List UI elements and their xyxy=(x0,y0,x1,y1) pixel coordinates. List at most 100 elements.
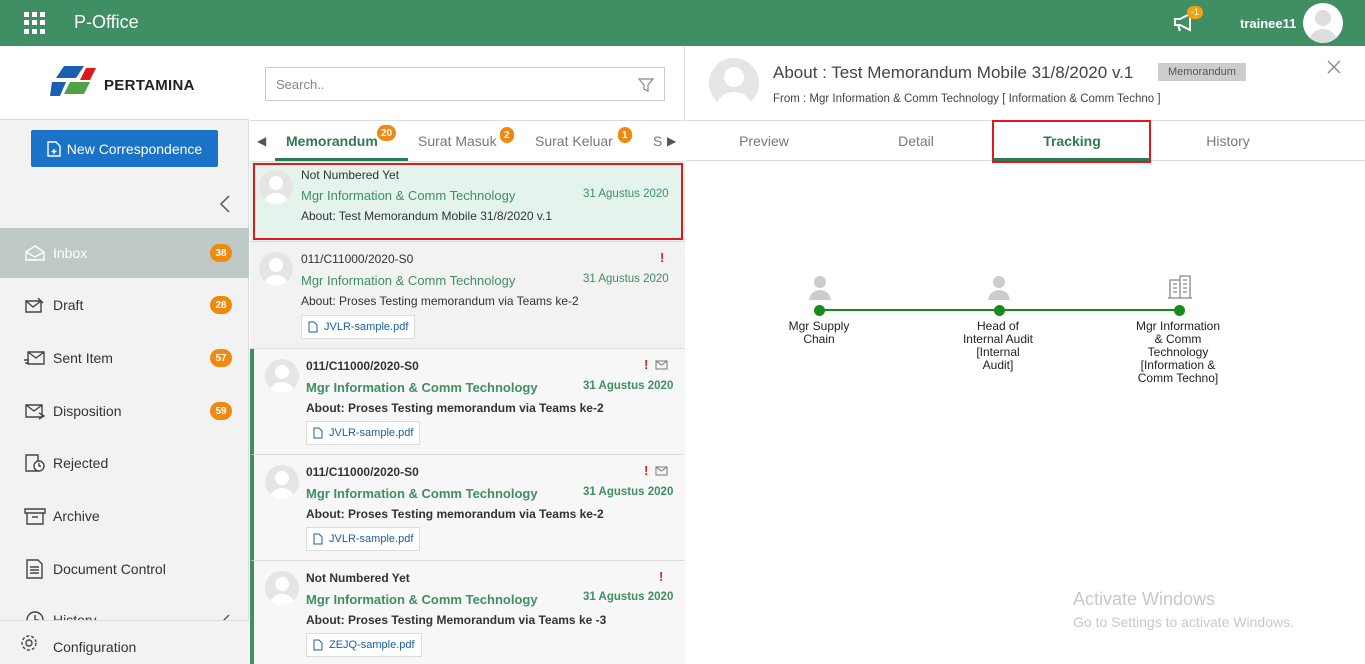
chevron-left-icon[interactable] xyxy=(219,195,231,213)
person-icon xyxy=(809,276,831,300)
sidebar-item-label: Disposition xyxy=(53,403,122,419)
tracking-tab-highlight xyxy=(992,120,1151,163)
category-tabs: ◀ Memorandum 20 Surat Masuk 2 Surat Kelu… xyxy=(250,120,685,162)
item-date: 31 Agustus 2020 xyxy=(583,486,674,498)
avatar xyxy=(265,571,299,605)
sidebar-item-rejected[interactable]: Rejected xyxy=(0,438,249,488)
tab-partial[interactable]: S xyxy=(653,133,662,149)
attachment-name: ZEJQ-sample.pdf xyxy=(329,639,415,651)
list-item[interactable]: 011/C11000/2020-S0 ! Mgr Information & C… xyxy=(250,349,685,455)
list-item[interactable]: 011/C11000/2020-S0 ! Mgr Information & C… xyxy=(250,455,685,561)
tab-preview[interactable]: Preview xyxy=(686,133,842,149)
active-tab-indicator xyxy=(275,158,408,161)
sender-avatar xyxy=(709,58,759,108)
app-title: P-Office xyxy=(74,12,139,32)
item-number: 011/C11000/2020-S0 xyxy=(306,359,419,373)
sidebar-item-history[interactable]: History xyxy=(0,596,249,620)
priority-icon: ! xyxy=(659,569,664,584)
tab-scroll-right-icon[interactable]: ▶ xyxy=(667,134,676,148)
selection-highlight xyxy=(253,163,683,240)
user-avatar[interactable] xyxy=(1303,3,1343,43)
windows-watermark-subtitle: Go to Settings to activate Windows. xyxy=(1073,614,1294,630)
inbox-icon xyxy=(25,245,45,261)
attachment-chip[interactable]: JVLR-sample.pdf xyxy=(306,527,421,551)
windows-watermark-title: Activate Windows xyxy=(1073,589,1216,609)
sent-count-badge: 57 xyxy=(210,349,232,367)
list-item[interactable]: Not Numbered Yet ! Mgr Information & Com… xyxy=(250,561,685,664)
sidebar-item-draft[interactable]: Draft 28 xyxy=(0,280,249,330)
tab-detail[interactable]: Detail xyxy=(838,133,994,149)
pdf-file-icon xyxy=(313,427,323,439)
item-from: Mgr Information & Comm Technology xyxy=(306,486,538,501)
detail-title: About : Test Memorandum Mobile 31/8/2020… xyxy=(773,63,1134,82)
tracking-node xyxy=(994,305,1005,316)
attachment-chip[interactable]: JVLR-sample.pdf xyxy=(306,421,421,445)
tracking-node xyxy=(1174,305,1185,316)
item-number: 011/C11000/2020-S0 xyxy=(301,252,414,266)
gear-icon xyxy=(21,635,37,651)
sidebar-item-label: Draft xyxy=(53,297,84,313)
search-placeholder: Search.. xyxy=(276,77,325,92)
logo-text: PERTAMINA xyxy=(104,77,195,94)
list-item[interactable]: 011/C11000/2020-S0 ! Mgr Information & C… xyxy=(250,242,685,349)
item-date: 31 Agustus 2020 xyxy=(583,380,674,392)
document-icon xyxy=(26,559,43,579)
tab-surat-masuk[interactable]: Surat Masuk xyxy=(418,133,497,149)
tab-scroll-left-icon[interactable]: ◀ xyxy=(257,134,266,148)
tab-history[interactable]: History xyxy=(1150,133,1306,149)
username[interactable]: trainee11 xyxy=(1240,16,1296,31)
sidebar-item-label: Document Control xyxy=(53,561,166,577)
item-from: Mgr Information & Comm Technology xyxy=(301,273,516,288)
priority-icon: ! xyxy=(644,463,649,478)
sidebar-item-label: History xyxy=(53,612,97,620)
item-number: 011/C11000/2020-S0 xyxy=(306,465,419,479)
tab-surat-keluar[interactable]: Surat Keluar xyxy=(535,133,613,149)
attachment-name: JVLR-sample.pdf xyxy=(329,533,414,545)
tracking-label: Head of Internal Audit [Internal Audit] xyxy=(962,319,1034,372)
pdf-file-icon xyxy=(313,533,323,545)
new-document-icon xyxy=(47,140,61,157)
inbox-count-badge: 38 xyxy=(210,244,232,262)
configuration-label: Configuration xyxy=(53,639,137,655)
correspondence-list-panel: Search.. ◀ Memorandum 20 Surat Masuk 2 S… xyxy=(250,46,685,664)
sidebar-item-label: Archive xyxy=(53,508,100,524)
detail-from: From : Mgr Information & Comm Technology… xyxy=(773,93,1161,105)
draft-icon xyxy=(25,297,44,313)
sidebar-item-disposition[interactable]: Disposition 59 xyxy=(0,386,249,436)
draft-count-badge: 28 xyxy=(210,296,232,314)
person-icon xyxy=(988,276,1010,300)
priority-icon: ! xyxy=(660,250,665,265)
tracking-node xyxy=(814,305,825,316)
attachment-chip[interactable]: ZEJQ-sample.pdf xyxy=(306,633,422,657)
sidebar-item-label: Inbox xyxy=(53,245,88,261)
pdf-file-icon xyxy=(308,321,318,333)
avatar xyxy=(265,359,299,393)
building-icon xyxy=(1168,275,1192,299)
attachment-chip[interactable]: JVLR-sample.pdf xyxy=(301,315,416,339)
sidebar-item-inbox[interactable]: Inbox 38 xyxy=(0,228,249,278)
tab-memorandum[interactable]: Memorandum xyxy=(286,133,378,149)
sidebar-item-archive[interactable]: Archive xyxy=(0,491,249,541)
item-date: 31 Agustus 2020 xyxy=(583,591,674,603)
pdf-file-icon xyxy=(313,639,323,651)
sidebar-item-sent[interactable]: Sent Item 57 xyxy=(0,333,249,383)
envelope-icon xyxy=(655,466,668,476)
sidebar-item-label: Rejected xyxy=(53,455,109,471)
close-icon[interactable] xyxy=(1327,60,1341,74)
surat-keluar-count-badge: 1 xyxy=(618,127,632,143)
notification-badge: -1 xyxy=(1187,6,1204,19)
archive-icon xyxy=(24,508,46,525)
sidebar-item-document-control[interactable]: Document Control xyxy=(0,544,249,594)
surat-masuk-count-badge: 2 xyxy=(500,127,514,143)
apps-grid-icon[interactable] xyxy=(24,12,46,34)
new-correspondence-button[interactable]: New Correspondence xyxy=(31,130,218,167)
filter-icon[interactable] xyxy=(638,77,654,93)
sidebar-item-configuration[interactable]: Configuration xyxy=(0,620,249,664)
item-number: Not Numbered Yet xyxy=(306,571,410,585)
disposition-count-badge: 59 xyxy=(210,402,232,420)
detail-panel: About : Test Memorandum Mobile 31/8/2020… xyxy=(686,46,1365,664)
search-input[interactable]: Search.. xyxy=(265,67,665,101)
new-correspondence-label: New Correspondence xyxy=(66,140,203,157)
sent-icon xyxy=(24,351,45,365)
history-icon xyxy=(26,611,44,620)
